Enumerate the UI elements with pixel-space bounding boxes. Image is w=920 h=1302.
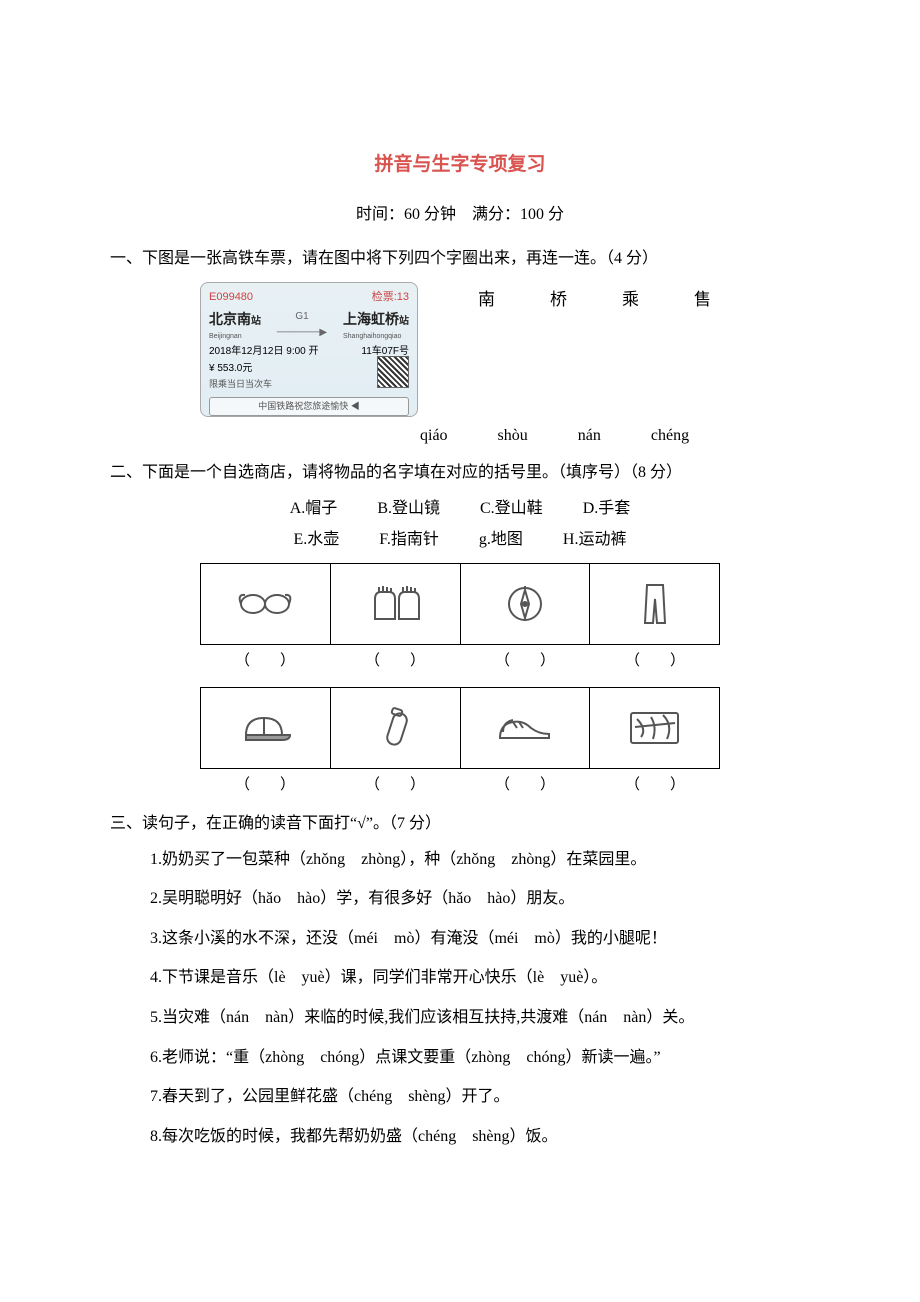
goggles-icon bbox=[201, 564, 330, 644]
item-goggles bbox=[201, 564, 331, 644]
answer-blank[interactable]: （ ） bbox=[365, 773, 425, 797]
q3-item: 6.老师说：“重（zhòng chóng）点课文要重（zhòng chóng）新… bbox=[150, 1045, 810, 1071]
q2-option: H.运动裤 bbox=[563, 527, 627, 553]
q1-char: 桥 bbox=[550, 286, 567, 313]
gloves-icon bbox=[331, 564, 460, 644]
q3-item: 3.这条小溪的水不深，还没（méi mò）有淹没（méi mò）我的小腿呢！ bbox=[150, 926, 810, 952]
compass-icon bbox=[461, 564, 590, 644]
q2-grid-1 bbox=[200, 563, 720, 645]
item-gloves bbox=[331, 564, 461, 644]
item-shoes bbox=[461, 688, 591, 768]
item-compass bbox=[461, 564, 591, 644]
question-3: 三、读句子，在正确的读音下面打“√”。（7 分） 1.奶奶买了一包菜种（zhǒn… bbox=[110, 811, 810, 1149]
page-title: 拼音与生字专项复习 bbox=[110, 150, 810, 180]
q1-pinyin: qiáo bbox=[420, 423, 448, 449]
q1-pinyin: nán bbox=[578, 423, 601, 449]
ticket-check: 检票:13 bbox=[372, 289, 409, 307]
exam-info: 时间：60 分钟 满分：100 分 bbox=[110, 202, 810, 228]
cap-icon bbox=[201, 688, 330, 768]
q1-characters: 南 桥 乘 售 bbox=[478, 286, 711, 313]
q3-item: 1.奶奶买了一包菜种（zhǒng zhòng），种（zhǒng zhòng）在菜… bbox=[150, 847, 810, 873]
pants-icon bbox=[590, 564, 719, 644]
q2-option: C.登山鞋 bbox=[480, 496, 543, 522]
ticket-qr-icon bbox=[377, 356, 409, 388]
q2-grid-2 bbox=[200, 687, 720, 769]
answer-blank[interactable]: （ ） bbox=[495, 649, 555, 673]
answer-blank[interactable]: （ ） bbox=[235, 773, 295, 797]
item-cap bbox=[201, 688, 331, 768]
ticket-slogan: 中国铁路祝您旅途愉快 ◀ bbox=[209, 397, 409, 415]
q2-option: B.登山镜 bbox=[377, 496, 440, 522]
q3-stem: 三、读句子，在正确的读音下面打“√”。（7 分） bbox=[110, 811, 810, 837]
answer-blank[interactable]: （ ） bbox=[625, 649, 685, 673]
q3-item: 7.春天到了，公园里鲜花盛（chéng shèng）开了。 bbox=[150, 1084, 810, 1110]
ticket-to: 上海虹桥站Shanghaihongqiao bbox=[343, 311, 409, 342]
q3-item: 4.下节课是音乐（lè yuè）课，同学们非常开心快乐（lè yuè）。 bbox=[150, 965, 810, 991]
q1-pinyin: shòu bbox=[498, 423, 528, 449]
q3-item: 8.每次吃饭的时候，我都先帮奶奶盛（chéng shèng）饭。 bbox=[150, 1124, 810, 1150]
question-2: 二、下面是一个自选商店，请将物品的名字填在对应的括号里。（填序号）（8 分） A… bbox=[110, 460, 810, 797]
q2-option: D.手套 bbox=[583, 496, 631, 522]
q2-option: E.水壶 bbox=[294, 527, 340, 553]
ticket-code: E099480 bbox=[209, 289, 253, 307]
q3-item: 2.吴明聪明好（hǎo hào）学，有很多好（hǎo hào）朋友。 bbox=[150, 886, 810, 912]
q2-stem: 二、下面是一个自选商店，请将物品的名字填在对应的括号里。（填序号）（8 分） bbox=[110, 460, 810, 486]
q2-option: A.帽子 bbox=[290, 496, 338, 522]
q3-item: 5.当灾难（nán nàn）来临的时候,我们应该相互扶持,共渡难（nán nàn… bbox=[150, 1005, 810, 1031]
map-icon bbox=[590, 688, 719, 768]
q2-options-row-2: E.水壶 F.指南针 g.地图 H.运动裤 bbox=[110, 527, 810, 553]
q2-options-row-1: A.帽子 B.登山镜 C.登山鞋 D.手套 bbox=[110, 496, 810, 522]
answer-blank[interactable]: （ ） bbox=[235, 649, 295, 673]
answer-blank[interactable]: （ ） bbox=[625, 773, 685, 797]
ticket-price: ¥ 553.0元 bbox=[209, 361, 252, 377]
q2-option: F.指南针 bbox=[379, 527, 439, 553]
shoes-icon bbox=[461, 688, 590, 768]
ticket-train-arrow: G1 ──────▶ bbox=[277, 309, 327, 341]
answer-blank[interactable]: （ ） bbox=[365, 649, 425, 673]
ticket-from: 北京南站Beijingnan bbox=[209, 311, 261, 342]
q1-char: 南 bbox=[478, 286, 495, 313]
answer-blank[interactable]: （ ） bbox=[495, 773, 555, 797]
q2-option: g.地图 bbox=[479, 527, 523, 553]
q1-char: 售 bbox=[694, 286, 711, 313]
q1-pinyin: chéng bbox=[651, 423, 689, 449]
train-ticket: E099480 检票:13 北京南站Beijingnan G1 ──────▶ … bbox=[200, 282, 418, 417]
item-pants bbox=[590, 564, 719, 644]
item-bottle bbox=[331, 688, 461, 768]
item-map bbox=[590, 688, 719, 768]
ticket-date: 2018年12月12日 9:00 bbox=[209, 346, 306, 357]
q2-blanks-row-1: （ ） （ ） （ ） （ ） bbox=[200, 649, 720, 673]
bottle-icon bbox=[331, 688, 460, 768]
q1-char: 乘 bbox=[622, 286, 639, 313]
q1-pinyin-row: qiáo shòu nán chéng bbox=[110, 423, 810, 449]
q2-blanks-row-2: （ ） （ ） （ ） （ ） bbox=[200, 773, 720, 797]
question-1: 一、下图是一张高铁车票，请在图中将下列四个字圈出来，再连一连。（4 分） E09… bbox=[110, 246, 810, 448]
q1-stem: 一、下图是一张高铁车票，请在图中将下列四个字圈出来，再连一连。（4 分） bbox=[110, 246, 810, 272]
